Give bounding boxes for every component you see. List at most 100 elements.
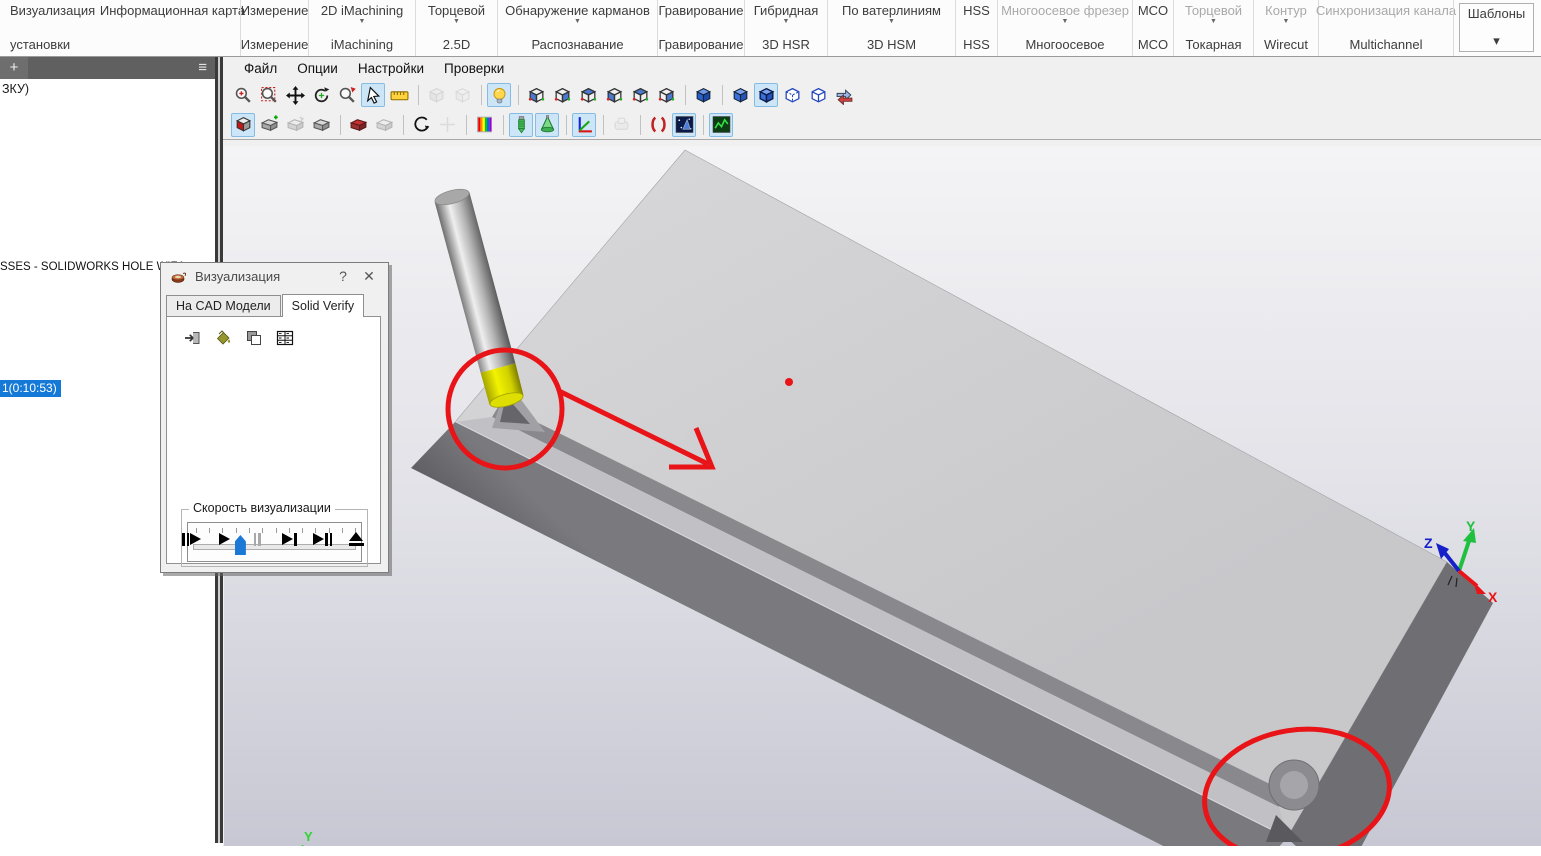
light-bulb-button[interactable] xyxy=(487,83,511,107)
axis-y-label: Y xyxy=(1466,518,1476,534)
toolbar-separator xyxy=(340,114,341,135)
holder-show-button[interactable] xyxy=(535,112,559,137)
isometric-view-button[interactable] xyxy=(691,83,715,107)
color-scale-button[interactable] xyxy=(472,113,496,137)
machine-simulation-button[interactable] xyxy=(672,112,696,137)
view-cube-left-button[interactable] xyxy=(576,83,600,107)
ribbon-label-top: Торцевой xyxy=(427,3,486,18)
target-show-button[interactable] xyxy=(346,113,370,137)
ribbon-group-templates[interactable]: Шаблоны ▾ xyxy=(1453,0,1539,56)
mirror-button xyxy=(435,113,459,137)
ribbon-group-information-card[interactable]: Информационная карта xyxy=(100,0,245,56)
ribbon-label-bottom: Измерение xyxy=(240,37,309,52)
ribbon-group-engraving[interactable]: Гравирование Гравирование xyxy=(657,0,744,56)
play-single-steps-button[interactable] xyxy=(179,528,203,550)
dialog-tabs: На CAD Модели Solid Verify xyxy=(166,294,365,317)
ribbon-label-bottom: ▾ xyxy=(1493,33,1500,48)
simulation-workarea: Файл Опции Настройки Проверки Y Z X Y xyxy=(223,57,1541,846)
ribbon-group-mco[interactable]: MCO MCO xyxy=(1132,0,1173,56)
enter-simulation-button[interactable] xyxy=(181,327,203,349)
toolbar-separator xyxy=(503,114,504,135)
machine-simulation-icon xyxy=(675,116,693,133)
ribbon-label-top: HSS xyxy=(963,3,990,18)
play-to-next-button[interactable] xyxy=(311,528,335,550)
ribbon-group-imachining-2d[interactable]: 2D iMachining ▼ iMachining xyxy=(308,0,415,56)
shaded-edges-view-icon xyxy=(758,87,774,103)
rotate-part-button[interactable] xyxy=(409,113,433,137)
holder-show-icon xyxy=(540,115,554,133)
annotation-dot xyxy=(785,378,793,386)
play-button[interactable] xyxy=(212,528,236,550)
eject-button[interactable] xyxy=(344,528,368,550)
gcode-button[interactable] xyxy=(646,113,670,137)
dialog-content: Скорость визуализации xyxy=(166,316,381,567)
menu-item-options[interactable]: Опции xyxy=(288,59,347,78)
ribbon-group-multichannel-sync[interactable]: Синхронизация канала Multichannel xyxy=(1316,0,1456,56)
tab-cad-model[interactable]: На CAD Модели xyxy=(166,295,281,317)
ribbon-group-measure[interactable]: Измерение Измерение xyxy=(240,0,308,56)
simulator-menubar: Файл Опции Настройки Проверки xyxy=(223,57,1541,80)
machined-part-button[interactable] xyxy=(231,112,255,137)
measure-ruler-button[interactable] xyxy=(387,83,411,107)
ribbon-group-face-25d[interactable]: Торцевой ▼ 2.5D xyxy=(415,0,497,56)
ribbon-group-waterline-3dhsm[interactable]: По ватерлиниям ▼ 3D HSM xyxy=(827,0,955,56)
isometric-view-icon xyxy=(695,87,711,103)
rotate-view-button[interactable] xyxy=(309,83,333,107)
tab-solid-verify[interactable]: Solid Verify xyxy=(281,294,365,317)
ribbon-label-top: Многоосевое фрезер xyxy=(1001,3,1129,18)
wireframe-view-button[interactable] xyxy=(806,83,830,107)
ribbon-group-visualization-setups[interactable]: Визуализация установки xyxy=(0,0,105,56)
toolbar-separator xyxy=(403,114,404,135)
view-cube-front-button[interactable] xyxy=(524,83,548,107)
shaded-edges-view-button[interactable] xyxy=(754,83,778,107)
view-cube-bottom-button[interactable] xyxy=(654,83,678,107)
ribbon-label-bottom: Токарная xyxy=(1185,37,1242,52)
simulation-app-icon xyxy=(167,265,189,287)
ribbon-group-turning-face[interactable]: Торцевой ▼ Токарная xyxy=(1173,0,1253,56)
refresh-view-button[interactable] xyxy=(832,83,856,107)
tool-show-button[interactable] xyxy=(509,112,533,137)
view-cube-back-button[interactable] xyxy=(550,83,574,107)
view-cube-top-button[interactable] xyxy=(628,83,652,107)
toolbar-separator xyxy=(418,85,419,105)
play-to-end-button[interactable] xyxy=(278,528,302,550)
menu-item-settings[interactable]: Настройки xyxy=(349,59,433,78)
hidden-lines-view-button[interactable] xyxy=(780,83,804,107)
dialog-titlebar[interactable]: Визуализация ? ✕ xyxy=(161,263,388,289)
ribbon-group-multiaxis-milling[interactable]: Многоосевое фрезер ▼ Многоосевое xyxy=(997,0,1132,56)
select-cursor-button[interactable] xyxy=(361,83,385,107)
hamburger-menu-icon[interactable]: ≡ xyxy=(198,57,207,78)
toolbar-separator xyxy=(603,114,604,135)
menu-item-checks[interactable]: Проверки xyxy=(435,59,513,78)
ribbon-group-pocket-recognition[interactable]: Обнаружение карманов ▼ Распознавание xyxy=(497,0,657,56)
viewport-3d-scene[interactable]: Y Z X Y xyxy=(224,146,1541,846)
stock-copy-button xyxy=(283,113,307,137)
view-cube-right-button[interactable] xyxy=(602,83,626,107)
paint-bucket-button[interactable] xyxy=(212,327,234,349)
ribbon-label-top: По ватерлиниям xyxy=(842,3,941,18)
analysis-button[interactable] xyxy=(709,112,733,137)
copy-button[interactable] xyxy=(243,327,265,349)
help-button[interactable]: ? xyxy=(330,266,356,286)
zoom-in-button[interactable] xyxy=(231,83,255,107)
ribbon-label-top: Информационная карта xyxy=(99,3,246,18)
ribbon-group-hybrid-3dhsr[interactable]: Гибридная ▼ 3D HSR xyxy=(744,0,827,56)
coordinate-system-button[interactable] xyxy=(572,112,596,137)
close-icon[interactable]: ✕ xyxy=(356,266,382,286)
zoom-dynamic-button[interactable] xyxy=(335,83,359,107)
shaded-view-button[interactable] xyxy=(728,83,752,107)
fixture-icon xyxy=(614,117,628,130)
zoom-window-icon xyxy=(260,86,277,103)
operation-time-badge[interactable]: 1(0:10:53) xyxy=(0,380,61,397)
operations-table-button[interactable] xyxy=(274,327,296,349)
ribbon-group-wirecut-contour[interactable]: Контур ▼ Wirecut xyxy=(1253,0,1318,56)
zoom-window-button[interactable] xyxy=(257,83,281,107)
pan-button[interactable] xyxy=(283,83,307,107)
view-cube-left-icon xyxy=(580,87,596,103)
stock-show-button[interactable] xyxy=(309,113,333,137)
menu-item-file[interactable]: Файл xyxy=(235,59,286,78)
gcode-icon xyxy=(650,116,666,133)
stock-add-button[interactable] xyxy=(257,113,281,137)
ribbon-group-hss[interactable]: HSS HSS xyxy=(955,0,997,56)
add-tab-button[interactable]: + xyxy=(0,57,28,79)
